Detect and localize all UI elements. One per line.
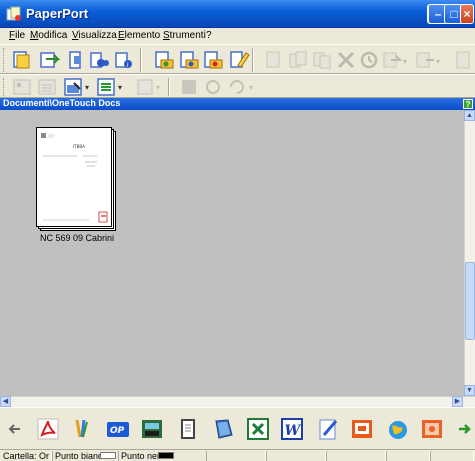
black-point-swatch xyxy=(158,452,174,459)
forward-arrow-icon[interactable] xyxy=(457,417,473,441)
menu-modifica[interactable]: Modifica xyxy=(30,30,67,41)
toolbar-separator xyxy=(252,48,254,72)
sort-icon[interactable] xyxy=(95,76,117,98)
close-button[interactable]: × xyxy=(460,4,474,24)
status-folder: Cartella: Or xyxy=(0,451,52,461)
scroll-up-arrow[interactable]: ▲ xyxy=(464,110,475,121)
toolbar-grip[interactable] xyxy=(3,48,6,72)
window-title: PaperPort xyxy=(26,6,89,21)
notepad-icon[interactable] xyxy=(176,417,200,441)
list-view-icon xyxy=(38,79,56,95)
menu-elemento[interactable]: Elemento xyxy=(118,30,160,41)
scroll-left-arrow[interactable]: ◀ xyxy=(0,396,11,407)
folder-path: Documenti\OneTouch Docs xyxy=(3,98,121,108)
scroll-right-arrow[interactable]: ▶ xyxy=(452,396,463,407)
menu-strumenti[interactable]: Strumenti xyxy=(163,30,206,41)
sort-dropdown[interactable]: ▾ xyxy=(118,83,122,92)
back-arrow-icon[interactable] xyxy=(8,417,22,441)
send-to-bar: OP W xyxy=(0,407,475,449)
scan-icon[interactable] xyxy=(10,49,32,71)
delete-icon xyxy=(337,51,355,69)
status-panel xyxy=(266,451,326,461)
menu-help[interactable]: ? xyxy=(206,30,212,41)
folder-header: Documenti\OneTouch Docs ? xyxy=(0,98,475,110)
properties-icon[interactable]: i xyxy=(112,49,134,71)
view-toolbar: ▾ ▾ ▾ ▾ xyxy=(0,74,475,98)
thumbnail-view-icon xyxy=(13,79,31,95)
scroll-down-arrow[interactable]: ▼ xyxy=(464,385,475,396)
rotate-icon xyxy=(360,51,378,69)
acquire-icon[interactable] xyxy=(38,49,60,71)
add-folder-icon[interactable] xyxy=(178,49,200,71)
page-content: ITBBA xyxy=(41,133,108,223)
menu-visualizza[interactable]: Visualizza xyxy=(72,30,117,41)
stack-icon xyxy=(266,51,280,68)
pdf-icon[interactable] xyxy=(36,417,60,441)
toolbar-separator xyxy=(168,78,170,96)
excel-icon[interactable] xyxy=(246,417,270,441)
op-icon[interactable]: OP xyxy=(106,417,130,441)
horizontal-scrollbar[interactable]: ◀ ▶ xyxy=(0,396,475,407)
vertical-scroll-thumb[interactable] xyxy=(465,262,475,340)
paint-icon[interactable] xyxy=(70,417,94,441)
new-folder-icon[interactable] xyxy=(153,49,175,71)
main-toolbar: i ▾ ▾ xyxy=(0,44,475,74)
view-options-dropdown[interactable]: ▾ xyxy=(85,83,89,92)
binoculars-icon[interactable] xyxy=(88,49,110,71)
white-point-swatch xyxy=(100,452,116,459)
svg-text:OP: OP xyxy=(110,426,125,436)
toolbar-grip[interactable] xyxy=(3,78,6,96)
fax-icon[interactable] xyxy=(140,417,164,441)
pencil-note-icon[interactable] xyxy=(316,417,340,441)
page-icon xyxy=(456,51,470,69)
status-bar: Cartella: Or Punto bianco: Punto nero: xyxy=(0,449,475,461)
document-label[interactable]: NC 569 09 Cabrini xyxy=(22,233,132,243)
filter-icon xyxy=(137,79,153,95)
help-icon[interactable]: ? xyxy=(463,99,473,109)
view-options-icon[interactable] xyxy=(62,76,84,98)
folder-icon[interactable] xyxy=(202,49,224,71)
toolbar-separator xyxy=(140,48,142,72)
move-dropdown: ▾ xyxy=(436,57,441,66)
globe-icon[interactable] xyxy=(386,417,410,441)
copy-icon xyxy=(313,52,331,69)
send-to-dropdown: ▾ xyxy=(403,57,408,66)
zoom-icon xyxy=(182,80,196,94)
rotate-page-icon xyxy=(206,80,220,94)
status-panel xyxy=(326,451,386,461)
unstack-icon xyxy=(289,51,307,68)
send-to-icon xyxy=(383,52,403,68)
filter-dropdown: ▾ xyxy=(156,83,161,92)
move-icon xyxy=(416,52,434,68)
menu-bar: File Modifica Visualizza Elemento Strume… xyxy=(0,28,475,44)
svg-text:W: W xyxy=(285,423,302,439)
highlight-icon[interactable] xyxy=(228,49,250,71)
document-desktop[interactable]: ITBBA NC 569 09 Cabrini xyxy=(0,110,464,396)
page-front: ITBBA xyxy=(36,127,112,227)
document-thumbnail[interactable]: ITBBA xyxy=(36,127,116,231)
status-panel xyxy=(430,451,474,461)
vertical-scrollbar[interactable]: ▲ ▼ xyxy=(464,110,475,396)
status-panel xyxy=(206,451,266,461)
menu-file[interactable]: File xyxy=(9,30,25,41)
title-bar[interactable]: PaperPort _ – □ × xyxy=(0,0,475,28)
status-panel xyxy=(386,451,430,461)
word-icon[interactable]: W xyxy=(280,417,304,441)
blank-page-icon[interactable] xyxy=(212,417,236,441)
paperport-app-icon xyxy=(6,6,21,21)
page-view-icon[interactable] xyxy=(64,49,86,71)
document-heading: ITBBA xyxy=(73,144,85,149)
refresh-icon xyxy=(230,80,244,94)
photo-icon[interactable] xyxy=(420,417,444,441)
paperport-window: PaperPort _ – □ × File Modifica Visualiz… xyxy=(0,0,475,461)
slideshow-icon[interactable] xyxy=(350,417,374,441)
refresh-dropdown: ▾ xyxy=(249,83,254,92)
